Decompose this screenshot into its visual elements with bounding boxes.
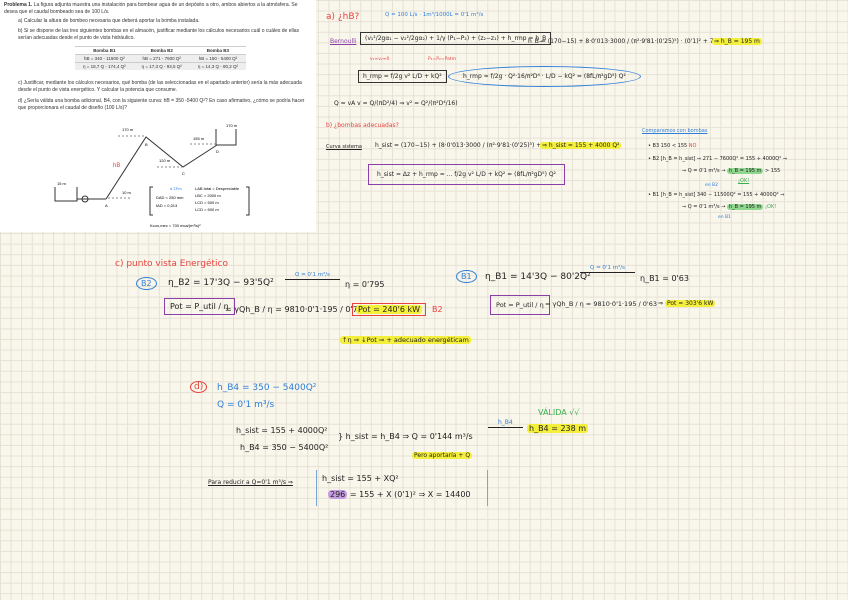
section-d-label: d) (190, 381, 208, 393)
hb-result: ⇒ h_B = 195 m (712, 38, 762, 45)
svg-text:170 m: 170 m (122, 127, 134, 132)
b4-curve: h_B4 = 350 − 5400Q² (217, 383, 317, 393)
design-flow: Q = 0'1 m³/s (217, 400, 275, 410)
reduce-eq-2: 296 = 155 + X (0'1)² ⇒ X = 14400 (328, 490, 471, 499)
hsist-definition: h_sist = Δz + h_rmp = ... f/2g v² L/D + … (368, 164, 565, 185)
b1-efficiency: η_B1 = 14'3Q − 80'2Q² (485, 272, 591, 282)
svg-text:170 m: 170 m (226, 123, 238, 128)
extra-flow-note: Pero aportaría + Q (412, 452, 473, 459)
b1-result: ⇒ Q = 0'1 m³/s → h_B = 195 m ¡OK! (682, 204, 777, 210)
en-b1-note: en B1 (718, 215, 732, 220)
flow-velocity: Q = vA v = Q/(πD²/4) ⇒ v² = Q²/(π²D⁴/16) (334, 100, 458, 107)
b2-tag: B2 (136, 277, 157, 290)
bernoulli-equation: (v₁²/2gα₁ − v₂²/2gα₂) + 1/γ (P₁−P₂) + (z… (360, 32, 552, 45)
b1-power-result: ⇒ Pot = 303'6 kW (658, 300, 716, 307)
compare-pumps-label: Comparamos con bombas (642, 128, 708, 134)
question-a: a) Calcular la altura de bombeo necesari… (18, 18, 200, 24)
svg-text:A: A (105, 203, 108, 208)
b3-check: • B3 150 < 155 NO (648, 143, 697, 149)
svg-text:LCD = 500 m: LCD = 500 m (195, 200, 219, 205)
svg-text:LAB total = Despreciable: LAB total = Despreciable (195, 186, 240, 191)
en-b2-note: en B2 (705, 183, 719, 188)
b2-selected-mark: B2 (432, 305, 443, 314)
section-a-label: a) ¿hB? (326, 12, 360, 22)
b2-efficiency: η_B2 = 17'3Q − 93'5Q² (168, 278, 274, 288)
b1-efficiency-result: η_B1 = 0'63 (640, 274, 689, 283)
svg-text:C: C (182, 171, 185, 176)
hb4-result: h_B4 = 238 m (527, 424, 589, 433)
b2-power-calc: = γQh_B / η = 9810·0'1·195 / 0'795 (225, 305, 368, 314)
hb-calculation: h_B = (170−15) + 8·0'013·3000 / (π²·9'81… (528, 38, 740, 45)
question-c: c) Justificar, mediante los cálculos nec… (18, 80, 302, 93)
svg-text:120 m: 120 m (159, 158, 171, 163)
svg-text:hB: hB (113, 163, 120, 169)
pressure-note: P₁=P₂=Patm (428, 57, 456, 62)
power-definition-b1: Pot = P_util / η (490, 295, 550, 315)
reduce-eq-1: h_sist = 155 + XQ² (322, 474, 399, 483)
hb4-arrow: h_B4 (488, 419, 523, 428)
svg-text:LCD = 500 m: LCD = 500 m (195, 207, 219, 212)
section-c-label: c) punto vista Energético (115, 259, 228, 269)
system-curve-label: Curva sistema (326, 144, 362, 150)
b2-check: • B2 [h_B = h_sist] ⇒ 271 − 7600Q² = 155… (648, 156, 788, 162)
svg-text:D: D (216, 149, 219, 154)
pumps-table: Bomba B1 Bomba B2 Bomba B3 hB = 340 - 1150… (75, 46, 246, 70)
valid-mark: VÁLIDA √√ (538, 408, 580, 417)
svg-text:fAD = 0,013: fAD = 0,013 (156, 203, 178, 208)
b2-result: ⇒ Q = 0'1 m³/s → h_B = 195 m > 155 (682, 168, 781, 174)
svg-text:d ΣFm: d ΣFm (170, 186, 182, 191)
problem-intro: Problema 1. La figura adjunta muestra un… (4, 2, 298, 15)
bernoulli-label: Bernoulli (330, 38, 357, 45)
reduce-flow-label: Para reducir a Q=0'1 m³/s ⇒ (208, 479, 293, 486)
question-b: b) Si se dispone de las tres siguientes … (18, 28, 299, 41)
svg-text:DAD = 250 mm: DAD = 250 mm (156, 195, 184, 200)
hsist-calculation: h_sist = (170−15) + (8·0'013·3000 / (π²·… (375, 142, 567, 149)
b2-efficiency-result: η = 0'795 (345, 280, 385, 289)
b1-check: • B1 [h_B = h_sist] 340 − 11500Q² = 155 … (648, 192, 785, 198)
hrmp-equation: h_rmp = f/2g v² L/D + kQ² (358, 70, 447, 83)
b1-tag: B1 (456, 270, 477, 283)
energy-conclusion: ↑η ⇒ ↓Pot ⇒ + adecuado energéticam (340, 336, 471, 344)
system-solution: } h_sist = h_B4 ⇒ Q = 0'144 m³/s (338, 432, 473, 441)
b2-ok: ¡OK! (738, 178, 750, 184)
b2-power-result: Pot = 240'6 kW (352, 303, 427, 316)
svg-text:10 m: 10 m (122, 190, 132, 195)
section-b-label: b) ¿bombas adecuadas? (326, 122, 399, 129)
system-eq-2: h_B4 = 350 − 5400Q² (240, 443, 329, 452)
svg-text:155 m: 155 m (193, 136, 205, 141)
flow-conversion: Q = 100 L/s · 1m³/1000L = 0'1 m³/s (385, 12, 484, 18)
installation-diagram: 15 m 170 m 170 m 155 m 120 m 10 m A B C … (54, 123, 250, 228)
svg-text:B: B (145, 142, 148, 147)
hsist-result: ⇒ h_sist = 155 + 4000 Q² (540, 142, 622, 149)
svg-text:15 m: 15 m (57, 181, 67, 186)
hrmp-expansion: h_rmp = f/2g · Q²·16/π²D⁴ · L/D − kQ² = … (448, 66, 641, 87)
velocity-note: v₁≈v₂≈0 (370, 57, 390, 62)
b2-flow-arrow: Q = 0'1 m³/s (285, 272, 340, 280)
b1-flow-arrow: Q = 0'1 m³/s (580, 265, 635, 273)
system-eq-1: h_sist = 155 + 4000Q² (236, 426, 328, 435)
svg-text:LBC = 2000 m: LBC = 2000 m (195, 193, 221, 198)
b1-power-calc: = γQh_B / η = 9810·0'1·195 / 0'63 (545, 300, 657, 308)
svg-text:Kcon,mec = 700 mca/(m³/s)²: Kcon,mec = 700 mca/(m³/s)² (150, 223, 201, 228)
problem-statement: Problema 1. La figura adjunta muestra un… (0, 0, 316, 232)
question-d: d) ¿Sería válida una bomba adicional, B4… (18, 98, 305, 111)
